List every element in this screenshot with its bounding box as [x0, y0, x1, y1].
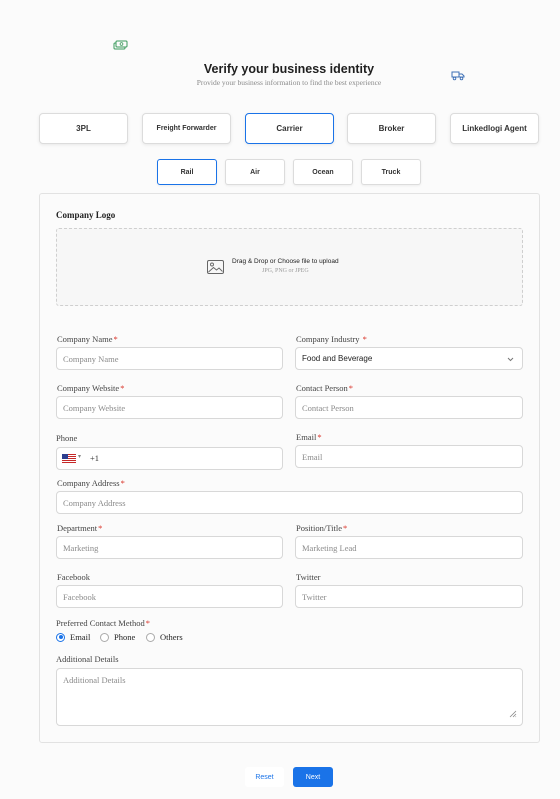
- radio-email-label: Email: [70, 632, 91, 642]
- phone-label: Phone: [56, 433, 78, 443]
- country-caret-icon[interactable]: ▾: [78, 453, 81, 460]
- company-website-input[interactable]: Company Website: [56, 396, 283, 419]
- facebook-input[interactable]: Facebook: [56, 585, 283, 608]
- mode-rail[interactable]: Rail: [157, 159, 217, 185]
- radio-others[interactable]: [146, 632, 155, 642]
- page-title: Verify your business identity: [203, 62, 375, 76]
- contact-method-phone[interactable]: Phone: [100, 632, 135, 642]
- position-input[interactable]: Marketing Lead: [295, 536, 523, 559]
- email-input[interactable]: Email: [295, 445, 523, 468]
- position-label: Position/Title*: [296, 523, 348, 533]
- radio-email[interactable]: [56, 632, 65, 642]
- email-label: Email*: [296, 432, 322, 442]
- business-type-broker[interactable]: Broker: [347, 113, 436, 144]
- contact-person-label: Contact Person*: [296, 383, 353, 393]
- page-subtitle: Provide your business information to fin…: [196, 78, 382, 87]
- radio-phone[interactable]: [100, 632, 109, 642]
- company-industry-label: Company Industry *: [296, 334, 367, 344]
- business-type-3pl[interactable]: 3PL: [39, 113, 128, 144]
- company-address-label: Company Address*: [57, 478, 125, 488]
- department-label: Department*: [57, 523, 103, 533]
- company-industry-value: Food and Beverage: [302, 354, 373, 363]
- reset-button[interactable]: Reset: [245, 767, 284, 787]
- resize-grip-icon[interactable]: [509, 710, 517, 720]
- phone-input[interactable]: ▾ +1: [56, 447, 283, 470]
- department-input[interactable]: Marketing: [56, 536, 283, 559]
- next-button[interactable]: Next: [293, 767, 333, 787]
- additional-details-textarea[interactable]: Additional Details: [56, 668, 523, 726]
- contact-method-email[interactable]: Email: [56, 632, 90, 642]
- company-name-input[interactable]: Company Name: [56, 347, 283, 370]
- company-website-label: Company Website*: [57, 383, 125, 393]
- company-name-label: Company Name*: [57, 334, 118, 344]
- image-icon: [207, 260, 224, 279]
- mode-air[interactable]: Air: [225, 159, 285, 185]
- contact-method-others[interactable]: Others: [146, 632, 183, 642]
- contact-method-label: Preferred Contact Method*: [56, 618, 150, 628]
- business-type-carrier[interactable]: Carrier: [245, 113, 334, 144]
- facebook-label: Facebook: [57, 572, 91, 582]
- upload-formats: JPG, PNG or JPEG: [262, 268, 309, 274]
- upload-instruction: Drag & Drop or Choose file to upload: [232, 258, 339, 265]
- mode-ocean[interactable]: Ocean: [293, 159, 353, 185]
- logo-dropzone[interactable]: [56, 228, 523, 306]
- phone-country-code: +1: [90, 453, 100, 463]
- company-industry-select[interactable]: Food and Beverage: [295, 347, 523, 370]
- chevron-down-icon: [507, 355, 514, 364]
- mode-truck[interactable]: Truck: [361, 159, 421, 185]
- company-logo-label: Company Logo: [56, 210, 116, 220]
- radio-others-label: Others: [160, 632, 183, 642]
- money-icon: [113, 40, 128, 51]
- twitter-input[interactable]: Twitter: [295, 585, 523, 608]
- contact-person-input[interactable]: Contact Person: [295, 396, 523, 419]
- business-type-freight-forwarder[interactable]: Freight Forwarder: [142, 113, 231, 144]
- additional-details-placeholder: Additional Details: [63, 675, 126, 685]
- us-flag-icon[interactable]: [62, 454, 76, 463]
- company-address-input[interactable]: Company Address: [56, 491, 523, 514]
- twitter-label: Twitter: [296, 572, 321, 582]
- additional-details-label: Additional Details: [56, 654, 119, 664]
- radio-phone-label: Phone: [114, 632, 136, 642]
- business-type-linkedlogi-agent[interactable]: Linkedlogi Agent: [450, 113, 539, 144]
